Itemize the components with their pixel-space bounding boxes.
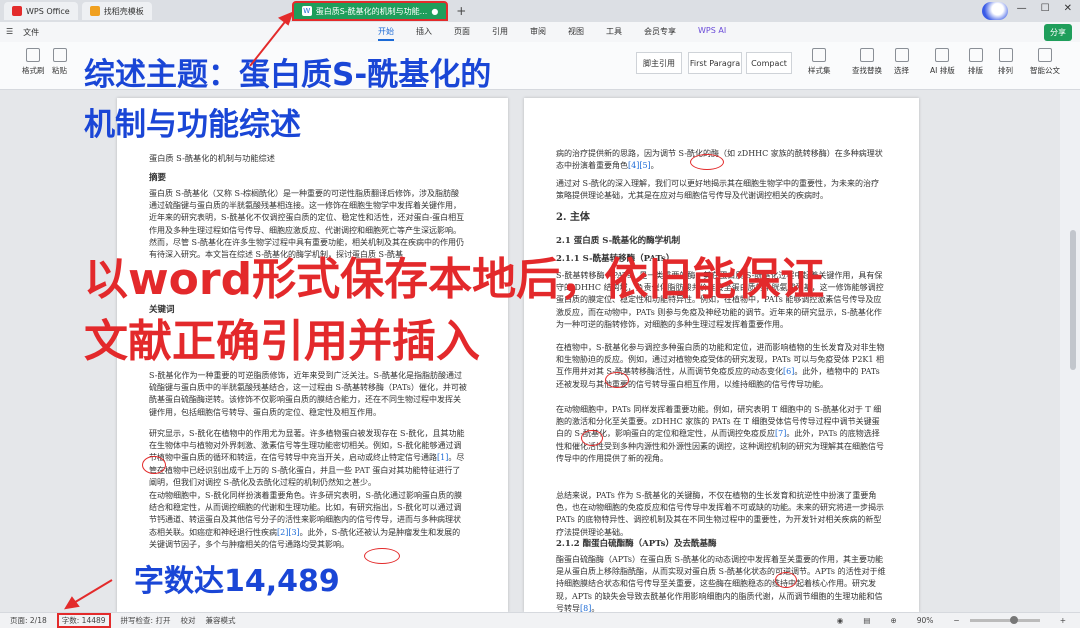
page-indicator[interactable]: 页面: 2/18 [10, 615, 47, 626]
zoom-controls: ◉ ▤ ⊕ 90% − + [827, 616, 1066, 625]
zoom-in-icon[interactable]: + [1060, 616, 1066, 625]
page-view-icon[interactable]: ▤ [863, 616, 870, 625]
arrow-to-tab [249, 17, 289, 67]
zoom-slider[interactable] [969, 616, 1040, 624]
compat-mode: 兼容模式 [205, 616, 236, 625]
arrow-head-wordcount [64, 596, 80, 610]
status-bar: 页面: 2/18 字数: 14489 拼写检查: 打开 校对 兼容模式 ◉ ▤ … [0, 612, 1080, 628]
annotation-arrows [64, 11, 294, 610]
arrow-head-tab [278, 11, 294, 26]
zoom-handle[interactable] [1009, 616, 1018, 624]
word-count[interactable]: 字数: 14489 [56, 613, 111, 628]
zoom-value[interactable]: 90% [917, 616, 934, 625]
proofread[interactable]: 校对 [180, 615, 195, 626]
spell-check[interactable]: 拼写检查: 打开 [121, 615, 171, 626]
eye-icon[interactable]: ◉ [837, 616, 844, 625]
web-view-icon[interactable]: ⊕ [890, 616, 896, 625]
arrow-to-wordcount [71, 579, 113, 605]
zoom-out-icon[interactable]: − [953, 616, 959, 625]
